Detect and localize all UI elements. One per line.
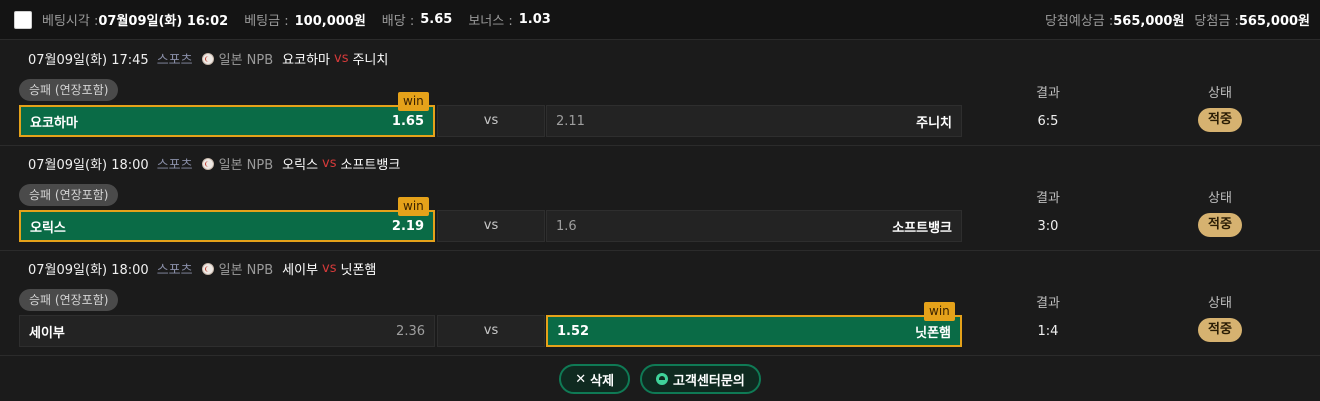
home-bet-option[interactable]: 오릭스 2.19 [19, 210, 435, 242]
bet-time-value: 07월09일(화) 16:02 [98, 14, 229, 29]
odds-value: 5.65 [420, 12, 453, 27]
away-bet-odds: 1.6 [556, 218, 577, 234]
bonus: 보너스 : 1.03 [468, 10, 550, 29]
bet-amount: 베팅금 : 100,000원 [244, 10, 366, 29]
bet-time: 베팅시각 : 07월09일(화) 16:02 [42, 10, 228, 29]
sport-link[interactable]: 스포츠 [157, 49, 193, 68]
match-header: 07월09일(화) 18:00 스포츠 일본 NPB 오릭스 vs 소프트뱅크 [28, 154, 400, 173]
home-bet-odds: 2.36 [396, 323, 425, 339]
match-date: 07월09일(화) 18:00 [28, 263, 149, 278]
vs-label: vs [322, 261, 337, 276]
away-bet-team: 닛폰햄 [915, 325, 951, 341]
draw-vs-box: vs [437, 105, 545, 137]
home-bet-team: 오릭스 [30, 220, 66, 236]
status-header: 상태 [1208, 86, 1232, 101]
match-score: 6:5 [1037, 114, 1059, 129]
match-date: 07월09일(화) 17:45 [28, 53, 149, 68]
match-header: 07월09일(화) 17:45 스포츠 일본 NPB 요코하마 vs 주니치 [28, 49, 388, 68]
customer-support-label: 고객센터문의 [673, 373, 745, 389]
baseball-icon [201, 262, 214, 275]
home-bet-odds: 2.19 [391, 218, 424, 234]
expected-win: 당첨예상금 : 565,000원 [1045, 10, 1184, 29]
status-header: 상태 [1208, 191, 1232, 206]
draw-vs-box: vs [437, 315, 545, 347]
away-team-name: 주니치 [352, 53, 389, 68]
expected-win-value: 565,000원 [1113, 14, 1185, 29]
select-checkbox[interactable] [14, 10, 32, 29]
match-score: 1:4 [1037, 324, 1059, 339]
league-name: 일본 NPB [218, 158, 274, 173]
away-bet-odds: 2.11 [556, 113, 585, 129]
home-team-name: 세이부 [282, 263, 319, 278]
match-row: 07월09일(화) 18:00 스포츠 일본 NPB 오릭스 vs 소프트뱅크 … [0, 146, 1320, 251]
away-bet-option[interactable]: 1.52 닛폰햄 [546, 315, 962, 347]
close-icon: ✕ [575, 371, 587, 387]
away-team-name: 소프트뱅크 [340, 158, 401, 173]
home-bet-team: 요코하마 [30, 115, 78, 131]
home-bet-option[interactable]: 세이부 2.36 [19, 315, 435, 347]
delete-button[interactable]: ✕ 삭제 [559, 364, 631, 394]
win-tag: win [398, 92, 429, 111]
sport-link[interactable]: 스포츠 [157, 259, 193, 278]
home-team-name: 요코하마 [282, 53, 330, 68]
match-score: 3:0 [1037, 219, 1059, 234]
win-tag: win [924, 302, 955, 321]
result-header: 결과 [1036, 191, 1060, 206]
result-header: 결과 [1036, 296, 1060, 311]
baseball-icon [201, 52, 214, 65]
market-type-badge: 승패 (연장포함) [19, 184, 119, 206]
baseball-icon [201, 157, 214, 170]
win-tag: win [398, 197, 429, 216]
odds: 배당 : 5.65 [382, 10, 453, 29]
match-row: 07월09일(화) 18:00 스포츠 일본 NPB 세이부 vs 닛폰햄 승패… [0, 251, 1320, 356]
status-badge: 적중 [1198, 108, 1242, 132]
status-badge: 적중 [1198, 213, 1242, 237]
away-bet-option[interactable]: 2.11 주니치 [546, 105, 962, 137]
delete-label: 삭제 [590, 373, 615, 389]
bonus-value: 1.03 [518, 12, 551, 27]
vs-label: vs [334, 51, 349, 66]
away-team-name: 닛폰햄 [340, 263, 377, 278]
home-bet-team: 세이부 [29, 325, 65, 341]
customer-support-button[interactable]: 고객센터문의 [640, 364, 761, 394]
sport-link[interactable]: 스포츠 [157, 154, 193, 173]
win-amount-label: 당첨금 : [1194, 14, 1239, 29]
away-bet-option[interactable]: 1.6 소프트뱅크 [546, 210, 962, 242]
market-type-badge: 승패 (연장포함) [19, 289, 119, 311]
win-amount: 당첨금 : 565,000원 [1194, 10, 1310, 29]
away-bet-team: 소프트뱅크 [892, 220, 952, 236]
match-header: 07월09일(화) 18:00 스포츠 일본 NPB 세이부 vs 닛폰햄 [28, 259, 376, 278]
home-bet-odds: 1.65 [391, 113, 424, 129]
league-name: 일본 NPB [218, 263, 274, 278]
away-bet-team: 주니치 [916, 115, 952, 131]
bet-time-label: 베팅시각 : [42, 14, 99, 29]
odds-label: 배당 : [381, 14, 415, 29]
bet-amount-label: 베팅금 : [244, 14, 289, 29]
bet-amount-value: 100,000원 [294, 14, 366, 29]
draw-vs-box: vs [437, 210, 545, 242]
bonus-label: 보너스 : [468, 14, 513, 29]
status-header: 상태 [1208, 296, 1232, 311]
match-row: 07월09일(화) 17:45 스포츠 일본 NPB 요코하마 vs 주니치 승… [0, 41, 1320, 146]
result-header: 결과 [1036, 86, 1060, 101]
home-bet-option[interactable]: 요코하마 1.65 [19, 105, 435, 137]
league-name: 일본 NPB [218, 53, 274, 68]
market-type-badge: 승패 (연장포함) [19, 79, 119, 101]
home-team-name: 오릭스 [282, 158, 319, 173]
win-amount-value: 565,000원 [1238, 14, 1310, 29]
bet-summary-bar: 베팅시각 : 07월09일(화) 16:02 베팅금 : 100,000원 배당… [0, 0, 1320, 40]
status-badge: 적중 [1198, 318, 1242, 342]
match-date: 07월09일(화) 18:00 [28, 158, 149, 173]
expected-win-label: 당첨예상금 : [1044, 14, 1114, 29]
footer-actions: ✕ 삭제 고객센터문의 [0, 357, 1320, 401]
support-agent-icon [656, 373, 669, 385]
vs-label: vs [322, 156, 337, 171]
away-bet-odds: 1.52 [557, 323, 590, 339]
